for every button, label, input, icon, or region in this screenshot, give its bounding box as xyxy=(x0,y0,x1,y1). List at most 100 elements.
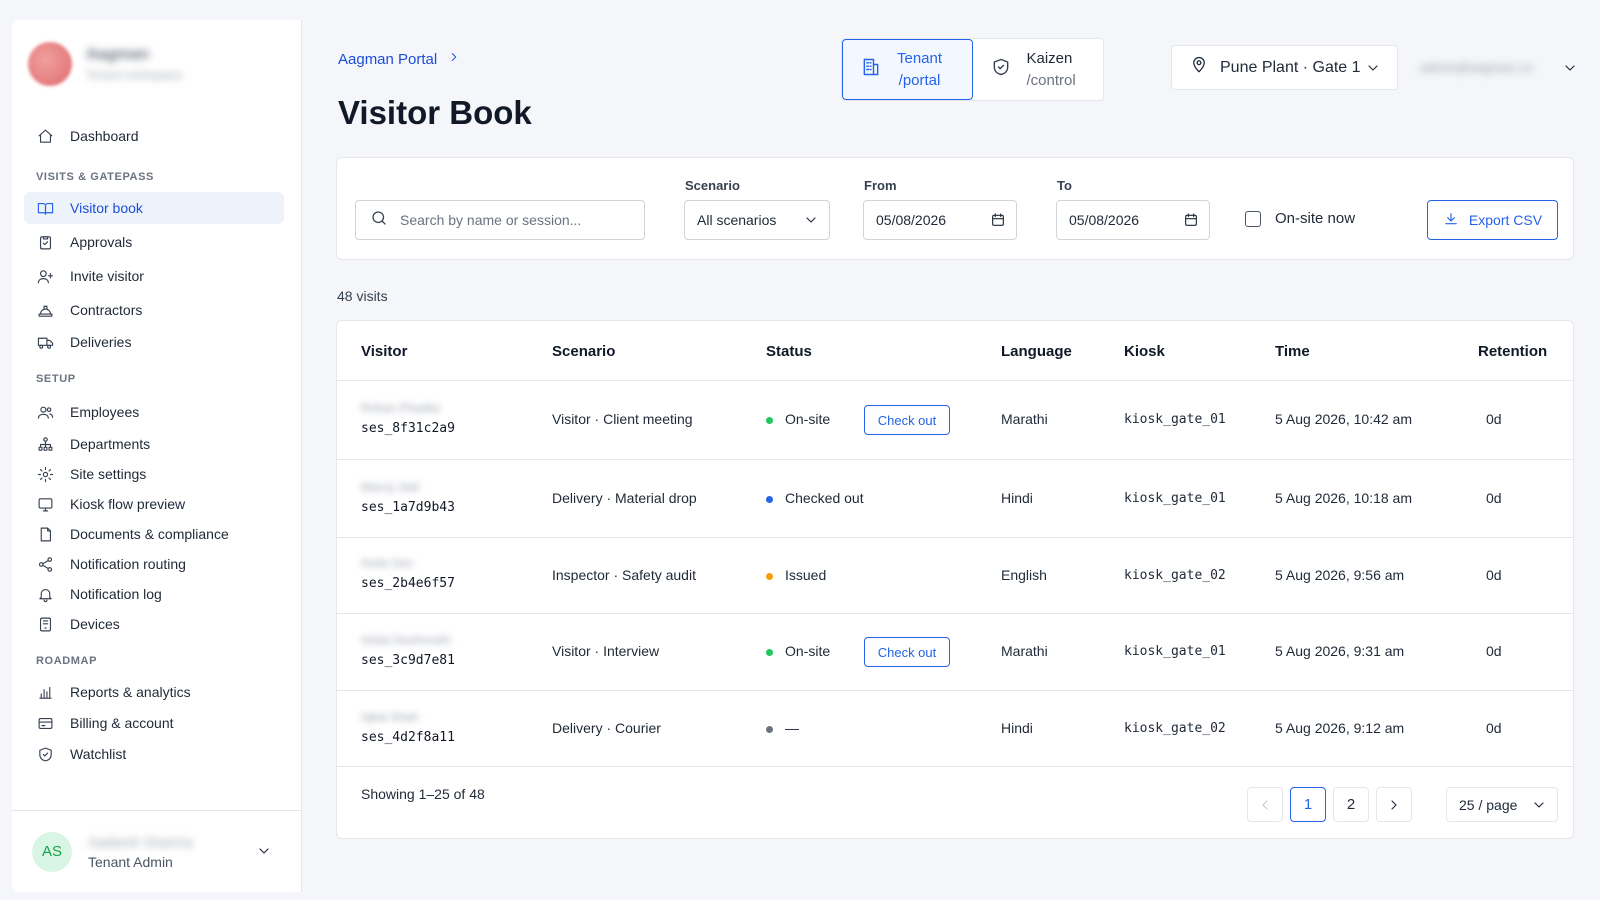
chevron-right-icon xyxy=(447,50,461,68)
sidebar-item-label: Contractors xyxy=(70,302,143,318)
time-cell: 5 Aug 2026, 10:42 am xyxy=(1275,411,1412,427)
status-dot xyxy=(766,725,773,733)
user-role: Tenant Admin xyxy=(88,853,173,870)
switcher-option-tenant[interactable]: Tenant /portal xyxy=(842,39,973,100)
column-header: Language xyxy=(1001,343,1072,360)
visitor-name: Anita Sen xyxy=(361,556,414,570)
kiosk-cell: kiosk_gate_01 xyxy=(1124,644,1226,659)
monitor-icon xyxy=(36,495,54,513)
column-header: Scenario xyxy=(552,343,616,360)
visitor-cell: Rohan Phadke ses_8f31c2a9 xyxy=(361,401,455,436)
export-csv-button[interactable]: Export CSV xyxy=(1427,200,1558,240)
next-page-button[interactable] xyxy=(1376,787,1412,822)
scenario-cell: Visitor · Interview xyxy=(552,643,660,659)
retention-cell: 0d xyxy=(1486,567,1502,583)
session-id: ses_3c9d7e81 xyxy=(361,653,455,668)
sidebar-item-visitor-book[interactable]: Visitor book xyxy=(24,192,284,224)
switcher-option-kaizen[interactable]: Kaizen /control xyxy=(973,39,1104,100)
onsite-now-toggle[interactable]: On-site now xyxy=(1245,210,1355,227)
sidebar-item-label: Devices xyxy=(70,616,120,632)
to-label: To xyxy=(1057,178,1072,193)
time-cell: 5 Aug 2026, 9:56 am xyxy=(1275,567,1405,583)
sidebar-item-dashboard[interactable]: Dashboard xyxy=(24,120,284,152)
sidebar-item-notification-routing[interactable]: Notification routing xyxy=(24,548,284,580)
onsite-now-label: On-site now xyxy=(1275,210,1356,227)
sidebar-item-approvals[interactable]: Approvals xyxy=(24,226,284,258)
sidebar-item-label: Employees xyxy=(70,404,140,420)
sidebar-item-label: Watchlist xyxy=(70,746,127,762)
status-cell: Checked out xyxy=(766,490,864,506)
sidebar-item-label: Kiosk flow preview xyxy=(70,496,186,512)
kiosk-cell: kiosk_gate_01 xyxy=(1124,412,1226,427)
per-page-select[interactable]: 25 / page xyxy=(1446,787,1558,822)
sidebar-item-site-settings[interactable]: Site settings xyxy=(24,458,284,490)
share-icon xyxy=(36,555,54,573)
chevron-down-icon[interactable] xyxy=(256,843,272,864)
user-card[interactable]: AS Aadarsh Sharma Tenant Admin xyxy=(12,810,302,892)
home-icon xyxy=(36,127,54,145)
account-email[interactable]: admin@aagman.co xyxy=(1420,60,1533,75)
avatar: AS xyxy=(32,831,72,872)
calendar-icon[interactable] xyxy=(1183,212,1199,231)
status-dot xyxy=(766,648,773,656)
sidebar-item-notification-log[interactable]: Notification log xyxy=(24,578,284,610)
time-cell: 5 Aug 2026, 10:18 am xyxy=(1275,490,1412,506)
status-dot xyxy=(766,416,773,424)
sidebar-item-documents-compliance[interactable]: Documents & compliance xyxy=(24,518,284,550)
device-icon xyxy=(36,615,54,633)
retention-cell: 0d xyxy=(1486,720,1502,736)
table-row[interactable]: Rohan Phadke ses_8f31c2a9 Visitor · Clie… xyxy=(337,381,1573,460)
sidebar-item-billing-account[interactable]: Billing & account xyxy=(24,707,284,739)
page-button-1[interactable]: 1 xyxy=(1290,787,1326,822)
gear-icon xyxy=(36,465,54,483)
check-out-button[interactable]: Check out xyxy=(864,637,950,667)
sidebar-item-devices[interactable]: Devices xyxy=(24,608,284,640)
column-header: Retention xyxy=(1478,343,1548,360)
book-open-icon xyxy=(36,199,54,217)
sidebar-item-label: Deliveries xyxy=(70,334,132,350)
table-row[interactable]: Anita Sen ses_2b4e6f57 Inspector · Safet… xyxy=(337,538,1573,614)
prev-page-button[interactable] xyxy=(1247,787,1283,822)
sidebar-item-watchlist[interactable]: Watchlist xyxy=(24,738,284,770)
status-text: On-site xyxy=(785,643,831,659)
session-id: ses_2b4e6f57 xyxy=(361,576,455,591)
sidebar-item-departments[interactable]: Departments xyxy=(24,428,284,460)
session-id: ses_1a7d9b43 xyxy=(361,500,455,515)
language-cell: Hindi xyxy=(1001,490,1033,506)
chevron-down-icon[interactable] xyxy=(1562,60,1578,81)
sidebar-item-label: Documents & compliance xyxy=(70,526,229,542)
breadcrumb-link[interactable]: Aagman Portal xyxy=(338,51,437,68)
page-title: Visitor Book xyxy=(338,94,532,131)
visit-count: 48 visits xyxy=(337,288,388,304)
sidebar-item-kiosk-flow-preview[interactable]: Kiosk flow preview xyxy=(24,488,284,520)
to-date-input[interactable]: 05/08/2026 xyxy=(1056,200,1210,240)
search-box xyxy=(355,200,645,240)
status-text: On-site xyxy=(785,411,831,427)
sidebar-item-reports-analytics[interactable]: Reports & analytics xyxy=(24,676,284,708)
search-input[interactable] xyxy=(400,212,630,228)
sidebar-item-label: Site settings xyxy=(70,466,147,482)
org-name: Aagman xyxy=(86,46,150,63)
site-select[interactable]: Pune Plant · Gate 1 xyxy=(1171,45,1398,90)
check-out-button[interactable]: Check out xyxy=(864,405,950,435)
session-id: ses_4d2f8a11 xyxy=(361,730,455,745)
table-row[interactable]: Iqbal Shah ses_4d2f8a11 Delivery · Couri… xyxy=(337,691,1573,767)
calendar-icon[interactable] xyxy=(990,212,1006,231)
section-title-visits: VISITS & GATEPASS xyxy=(36,171,154,183)
sidebar-item-deliveries[interactable]: Deliveries xyxy=(24,326,284,358)
sidebar-item-employees[interactable]: Employees xyxy=(24,396,284,428)
export-label: Export CSV xyxy=(1468,212,1543,228)
from-date-input[interactable]: 05/08/2026 xyxy=(863,200,1017,240)
sitemap-icon xyxy=(36,435,54,453)
sidebar-item-contractors[interactable]: Contractors xyxy=(24,294,284,326)
page-button-2[interactable]: 2 xyxy=(1333,787,1369,822)
language-cell: Hindi xyxy=(1001,720,1033,736)
org-profile[interactable]: Aagman Tenant workspace xyxy=(28,42,183,86)
onsite-now-checkbox[interactable] xyxy=(1245,210,1261,227)
sidebar-item-invite-visitor[interactable]: Invite visitor xyxy=(24,260,284,292)
table-row[interactable]: Ishita Deshmukh ses_3c9d7e81 Visitor · I… xyxy=(337,614,1573,691)
scenario-select[interactable]: All scenarios xyxy=(684,200,830,240)
table-row[interactable]: Manoj Jadi ses_1a7d9b43 Delivery · Mater… xyxy=(337,460,1573,538)
clipboard-check-icon xyxy=(36,233,54,251)
status-dot xyxy=(766,572,773,580)
